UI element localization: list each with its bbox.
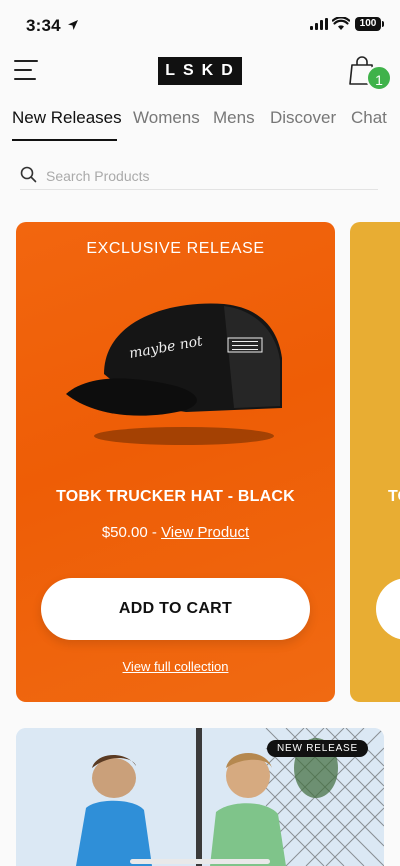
battery-icon: 100 xyxy=(355,17,384,31)
wifi-icon xyxy=(332,17,350,30)
add-to-cart-button[interactable]: ADD TO CART xyxy=(41,578,310,640)
app-header: LSKD xyxy=(0,50,400,98)
product-price: $50.00 xyxy=(101,524,148,541)
new-release-banner[interactable]: NEW RELEASE xyxy=(16,728,384,866)
location-arrow-icon xyxy=(68,20,78,30)
tab-chat[interactable]: Chat xyxy=(351,108,387,128)
product-card[interactable]: EXCLUSIVE RELEASE maybe not TOBK TRUCKER… xyxy=(16,222,335,702)
price-separator: - xyxy=(147,524,162,541)
search-input[interactable] xyxy=(46,165,366,187)
product-price-line: $50.00 - View Product xyxy=(16,524,335,541)
view-product-link[interactable]: View Product xyxy=(161,524,249,541)
cellular-signal-icon xyxy=(310,18,328,30)
next-product-card[interactable]: TO xyxy=(350,222,400,702)
home-indicator xyxy=(130,859,270,864)
search-bar xyxy=(20,162,378,190)
brand-logo[interactable]: LSKD xyxy=(158,57,242,85)
exclusive-release-label: EXCLUSIVE RELEASE xyxy=(86,240,265,257)
collection-link-wrap: View full collection xyxy=(16,658,335,676)
tab-mens[interactable]: Mens xyxy=(213,108,255,128)
tab-discover[interactable]: Discover xyxy=(270,108,336,128)
category-tabs: New Releases Womens Mens Discover Chat xyxy=(0,100,400,142)
tab-womens[interactable]: Womens xyxy=(133,108,200,128)
search-icon xyxy=(20,166,37,183)
new-release-badge: NEW RELEASE xyxy=(266,740,368,757)
next-add-to-cart-button[interactable] xyxy=(376,578,400,640)
tab-new-releases[interactable]: New Releases xyxy=(12,108,122,128)
hamburger-menu-icon[interactable] xyxy=(14,60,40,82)
view-full-collection-link[interactable]: View full collection xyxy=(123,659,229,674)
cart-count-badge: 1 xyxy=(366,65,392,91)
product-name: TOBK TRUCKER HAT - BLACK xyxy=(56,488,295,505)
status-bar: 3:34 100 xyxy=(0,0,400,50)
status-time: 3:34 xyxy=(26,16,61,35)
next-product-name-partial: TO xyxy=(388,488,400,505)
trucker-hat-image: maybe not xyxy=(66,303,282,445)
active-tab-indicator xyxy=(12,139,117,141)
